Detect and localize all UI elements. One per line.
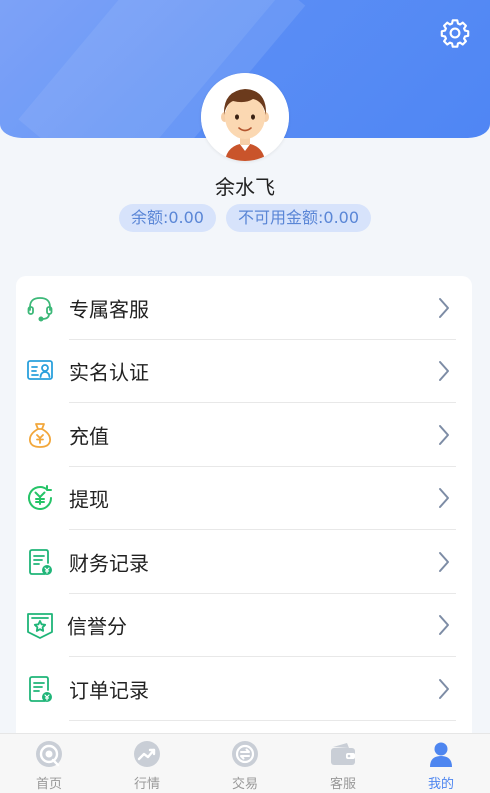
menu-item-withdraw[interactable]: 提现 [16,467,472,530]
finance-record-icon [24,546,56,578]
tab-market[interactable]: 行情 [98,734,196,793]
menu-item-credit-score[interactable]: 信誉分 [16,594,472,657]
user-icon [426,739,456,769]
tab-service[interactable]: 客服 [294,734,392,793]
chevron-right-icon [436,359,452,383]
yuan-withdraw-icon [24,482,56,514]
menu-item-recharge[interactable]: 充值 [16,403,472,467]
tab-label: 首页 [35,777,62,792]
headset-icon [24,292,56,324]
balance-badges: 余额:0.00 不可用金额:0.00 [0,204,490,232]
unavailable-balance-badge: 不可用金额:0.00 [226,204,372,232]
chevron-right-icon [436,486,452,510]
menu-item-customer-service[interactable]: 专属客服 [16,276,472,340]
chevron-right-icon [436,677,452,701]
wallet-icon [328,739,358,769]
menu-item-order-records[interactable]: 订单记录 [16,657,472,721]
chevron-right-icon [436,296,452,320]
balance-badge: 余额:0.00 [118,204,216,232]
chevron-right-icon [436,613,452,637]
user-name: 余水飞 [215,175,275,199]
divider [69,719,456,721]
avatar[interactable] [201,73,289,161]
trend-icon [132,739,162,769]
menu-item-label: 充值 [69,424,109,449]
menu-card: 专属客服 实名认证 充值 提现 财务记录 信誉分 订单记录 [16,276,472,746]
home-icon [34,739,64,769]
profile-page: 余水飞 余额:0.00 不可用金额:0.00 专属客服 实名认证 充值 提现 财… [0,0,490,793]
id-card-icon [24,355,56,387]
tab-label: 行情 [133,777,160,792]
chevron-right-icon [436,423,452,447]
menu-item-label: 财务记录 [69,551,149,576]
money-bag-icon [24,419,56,451]
tab-trade[interactable]: 交易 [196,734,294,793]
menu-item-real-name-verification[interactable]: 实名认证 [16,340,472,403]
menu-item-label: 订单记录 [69,678,149,703]
menu-item-label: 信誉分 [67,614,127,639]
menu-item-label: 专属客服 [69,297,149,322]
tab-mine[interactable]: 我的 [392,734,490,793]
tab-label: 客服 [329,777,356,792]
exchange-icon [230,739,260,769]
order-record-icon [24,673,56,705]
credit-star-icon [24,609,56,641]
settings-gear-icon[interactable] [438,16,472,50]
chevron-right-icon [436,550,452,574]
menu-item-label: 提现 [69,487,109,512]
tab-label: 我的 [427,777,454,792]
tab-home[interactable]: 首页 [0,734,98,793]
bottom-tab-bar: 首页 行情 交易 客服 我的 [0,733,490,793]
tab-label: 交易 [231,777,258,792]
menu-item-finance-records[interactable]: 财务记录 [16,530,472,594]
menu-item-label: 实名认证 [69,360,149,385]
